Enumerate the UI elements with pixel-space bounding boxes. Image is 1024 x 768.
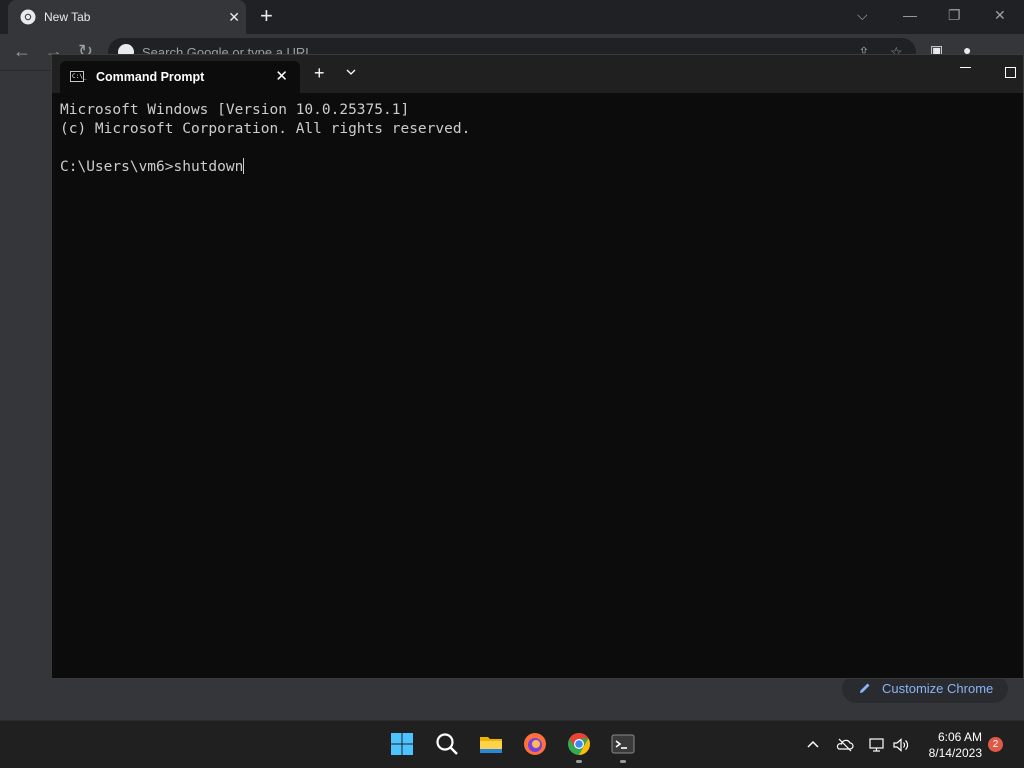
terminal-line: (c) Microsoft Corporation. All rights re… [60, 121, 471, 137]
file-explorer-icon[interactable] [478, 731, 504, 757]
text-cursor [243, 158, 245, 174]
taskbar: 6:06 AM 8/14/2023 2 [0, 720, 1024, 768]
chrome-tab-close-icon[interactable]: ✕ [228, 8, 240, 26]
volume-icon[interactable] [892, 736, 910, 754]
chrome-tab-title: New Tab [44, 10, 91, 24]
terminal-running-indicator [620, 760, 626, 763]
chrome-restore-icon[interactable]: ❐ [948, 6, 961, 24]
clock-date: 8/14/2023 [928, 746, 982, 760]
cmd-icon: C:\_ [70, 71, 87, 82]
terminal-tab-title: Command Prompt [96, 70, 205, 84]
terminal-line: Microsoft Windows [Version 10.0.25375.1] [60, 102, 410, 118]
network-icon[interactable] [868, 736, 886, 754]
terminal-minimize-icon[interactable] [960, 67, 971, 68]
terminal-titlebar[interactable]: C:\_ Command Prompt ✕ + [52, 55, 1023, 93]
terminal-tab-command-prompt[interactable]: C:\_ Command Prompt ✕ [60, 61, 300, 93]
clock[interactable]: 6:06 AM 8/14/2023 [920, 729, 982, 761]
chevron-down-icon[interactable] [345, 66, 357, 78]
firefox-icon[interactable] [522, 731, 548, 757]
customize-chrome-button[interactable]: Customize Chrome [842, 675, 1008, 703]
chrome-favicon-icon [20, 9, 36, 25]
terminal-maximize-icon[interactable] [1005, 67, 1016, 78]
pencil-icon [860, 683, 870, 693]
terminal-icon[interactable] [610, 731, 636, 757]
chrome-running-indicator [576, 760, 582, 763]
search-icon[interactable] [434, 731, 460, 757]
chrome-minimize-icon[interactable]: — [903, 6, 917, 24]
chrome-icon[interactable] [566, 731, 592, 757]
terminal-prompt-line[interactable]: C:\Users\vm6>shutdown [60, 158, 1015, 177]
terminal-command-input[interactable]: C:\Users\vm6>shutdown [60, 159, 243, 175]
terminal-new-tab-button[interactable]: + [314, 64, 325, 82]
chrome-new-tab-button[interactable]: + [260, 5, 273, 27]
chrome-tab-strip: New Tab ✕ + ⌵ — ❐ ✕ [0, 0, 1024, 34]
chevron-up-icon[interactable] [804, 736, 822, 754]
chrome-close-icon[interactable]: ✕ [994, 6, 1006, 24]
terminal-tab-close-icon[interactable]: ✕ [275, 67, 288, 85]
onedrive-offline-icon[interactable] [836, 736, 854, 754]
terminal-output[interactable]: Microsoft Windows [Version 10.0.25375.1]… [60, 101, 1015, 670]
chrome-tab-new-tab[interactable]: New Tab ✕ [8, 0, 246, 34]
notification-badge[interactable]: 2 [988, 737, 1003, 752]
clock-time: 6:06 AM [937, 730, 982, 744]
start-icon[interactable] [389, 731, 415, 757]
terminal-window: C:\_ Command Prompt ✕ + Microsoft Window… [51, 54, 1024, 679]
customize-chrome-label: Customize Chrome [882, 681, 994, 696]
chrome-tab-search-icon[interactable]: ⌵ [857, 6, 868, 24]
back-arrow-icon[interactable]: ← [13, 42, 31, 60]
